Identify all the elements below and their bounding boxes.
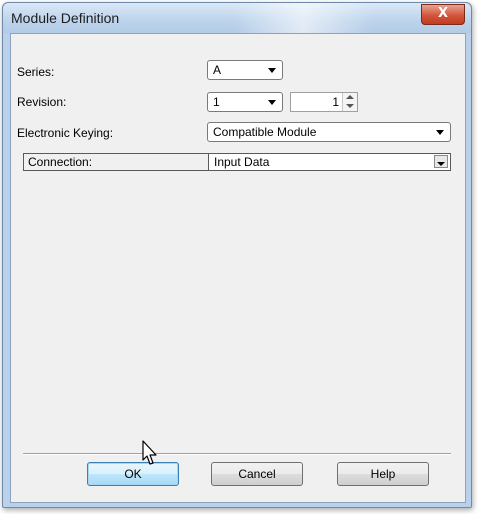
electronic-keying-dropdown[interactable]: Compatible Module xyxy=(207,122,451,142)
spin-down-icon[interactable] xyxy=(346,104,354,108)
revision-label: Revision: xyxy=(17,95,67,109)
close-button[interactable]: X xyxy=(421,4,465,25)
connection-label: Connection: xyxy=(24,154,209,170)
electronic-keying-value: Compatible Module xyxy=(213,125,317,139)
spinner-buttons[interactable] xyxy=(342,93,357,111)
title-bar-highlight xyxy=(233,3,373,33)
cancel-button[interactable]: Cancel xyxy=(211,462,303,486)
spin-up-icon[interactable] xyxy=(346,95,354,99)
dialog-title: Module Definition xyxy=(11,10,120,26)
chevron-down-icon xyxy=(437,162,445,166)
dialog-body: Series: A Revision: 1 1 Electronic Keyin… xyxy=(10,33,466,503)
mouse-pointer-icon xyxy=(142,440,157,465)
electronic-keying-label: Electronic Keying: xyxy=(17,126,114,140)
chevron-down-icon xyxy=(268,100,276,105)
revision-minor-spinner[interactable]: 1 xyxy=(290,92,358,112)
connection-value[interactable]: Input Data xyxy=(214,154,269,170)
chevron-down-icon xyxy=(436,130,444,135)
revision-minor-value: 1 xyxy=(332,95,339,109)
series-value: A xyxy=(213,63,222,77)
revision-major-value: 1 xyxy=(213,95,220,109)
module-definition-dialog: Module Definition X Series: A Revision: … xyxy=(2,2,472,508)
ok-button[interactable]: OK xyxy=(87,462,179,486)
series-label: Series: xyxy=(17,65,55,79)
series-dropdown[interactable]: A xyxy=(207,60,283,80)
chevron-down-icon xyxy=(268,68,276,73)
title-bar[interactable]: Module Definition X xyxy=(3,3,471,33)
connection-dropdown-button[interactable] xyxy=(434,155,448,168)
connection-row: Connection: Input Data xyxy=(23,153,451,171)
help-button[interactable]: Help xyxy=(337,462,429,486)
button-separator xyxy=(23,453,451,455)
revision-major-dropdown[interactable]: 1 xyxy=(207,92,283,112)
